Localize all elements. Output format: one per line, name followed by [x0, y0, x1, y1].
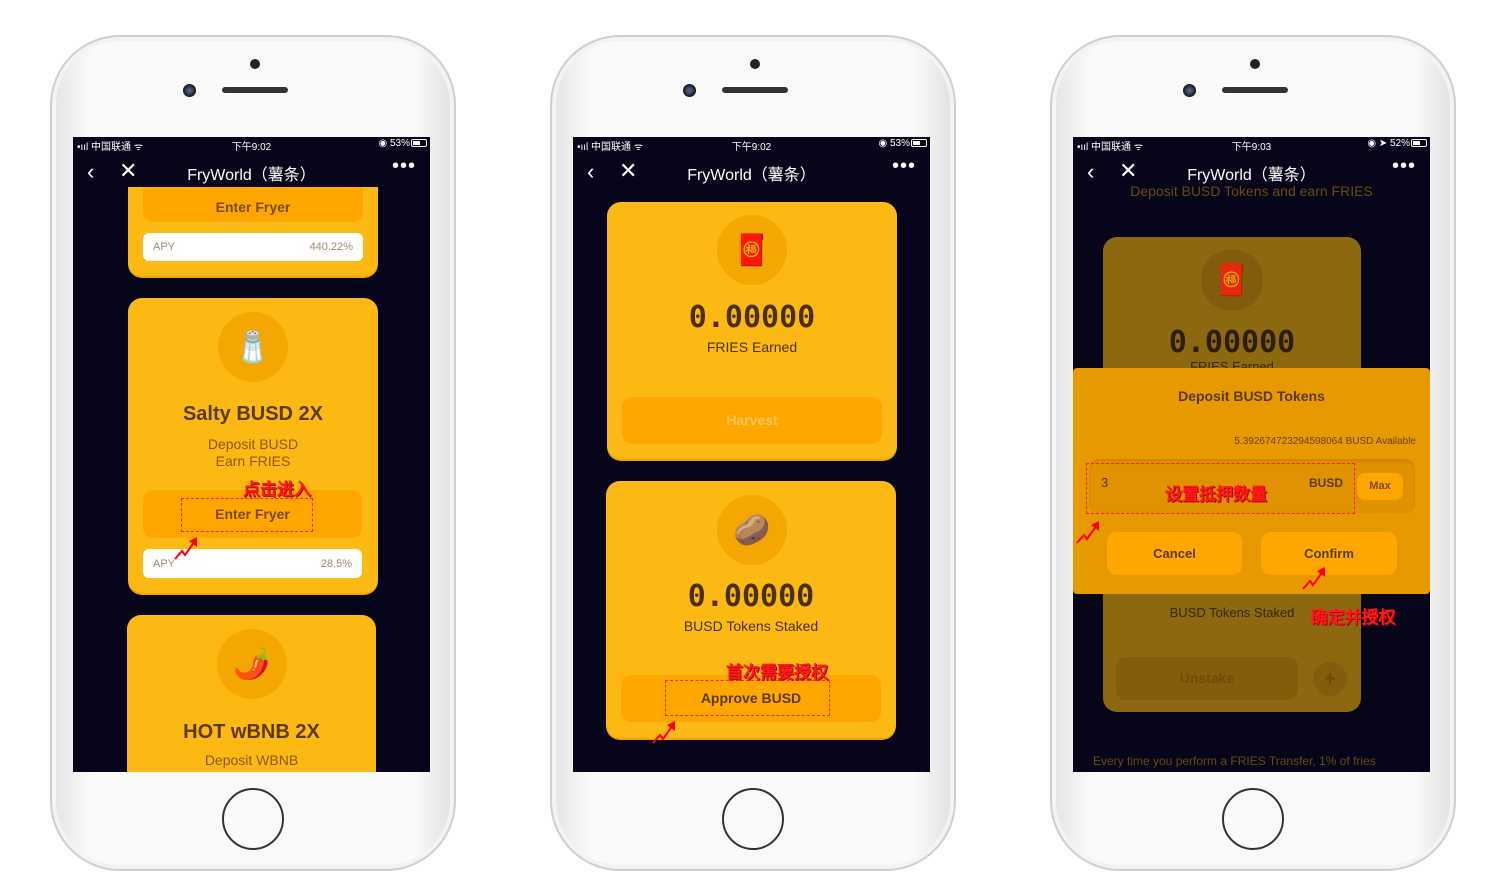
red-envelope-icon: 🧧 [717, 215, 787, 285]
annotation-confirm: 确定并授权 [1310, 608, 1396, 627]
deposit-modal: Deposit BUSD Tokens 5.392674723294598064… [1073, 368, 1430, 594]
plus-button[interactable]: + [1313, 662, 1347, 696]
cancel-button[interactable]: Cancel [1107, 532, 1242, 575]
highlight-box [665, 680, 830, 716]
busd-staked-value: 0.00000 [687, 579, 815, 614]
status-bar: •ııl 中国联通 ᯤ 下午9:03 ◉ ➤ 52% [1073, 137, 1430, 153]
confirm-button[interactable]: Confirm [1261, 532, 1397, 575]
annotation-input: 设置抵押数量 [1165, 485, 1267, 504]
battery-icon [1411, 139, 1427, 147]
status-bar: •ııl 中国联通 ᯤ 下午9:02 ◉ 53% [73, 137, 430, 153]
sensor [1250, 59, 1260, 69]
earned-card: 🧧 0.00000 FRIES Earned Harvest [607, 202, 897, 459]
annotation-enter: 点击进入 [243, 480, 311, 499]
highlight-box [181, 498, 313, 532]
unstake-button[interactable]: Unstake [1116, 657, 1298, 700]
modal-title: Deposit BUSD Tokens [1178, 388, 1325, 404]
phone-1: •ııl 中国联通 ᯤ 下午9:02 ◉ 53% ‹ ✕ FryWorld（薯条） •••… [50, 35, 456, 871]
phone-3: •ııl 中国联通 ᯤ 下午9:03 ◉ ➤ 52% Deposit BUSD To… [1050, 35, 1456, 871]
annotation-approve: 首次需要授权 [726, 663, 828, 682]
phone-2: •ııl 中国联通 ᯤ 下午9:02 ◉ 53% ‹ ✕ FryWorld（薯条） •••… [550, 35, 956, 871]
subtitle: Deposit BUSD Tokens and earn FRIES [1130, 183, 1373, 199]
chili-pepper-icon: 🌶️ [217, 629, 287, 699]
battery-icon [411, 139, 427, 147]
nav-bar: ‹ ✕ FryWorld（薯条） ••• [1073, 155, 1430, 185]
red-envelope-icon: 🧧 [1201, 249, 1263, 311]
front-camera [1183, 84, 1196, 97]
screen: •ııl 中国联通 ᯤ 下午9:03 ◉ ➤ 52% Deposit BUSD To… [1073, 137, 1430, 772]
more-icon[interactable]: ••• [1392, 155, 1416, 178]
red-arrow-icon [174, 537, 197, 560]
red-arrow-icon [1076, 521, 1099, 544]
battery-icon [911, 139, 927, 147]
enter-fryer-button[interactable]: Enter Fryer [143, 182, 363, 222]
red-arrow-icon [1302, 567, 1325, 590]
apy-field: APY 440.22% [143, 233, 363, 261]
nav-bar: ‹ ✕ FryWorld（薯条） ••• [573, 155, 930, 187]
screen: •ııl 中国联通 ᯤ 下午9:02 ◉ 53% ‹ ✕ FryWorld（薯条） •••… [73, 137, 430, 772]
footer-note: Every time you perform a FRIES Transfer,… [1093, 754, 1376, 768]
speaker [722, 87, 788, 93]
home-button[interactable] [1222, 788, 1284, 850]
front-camera [183, 84, 196, 97]
screen: •ııl 中国联通 ᯤ 下午9:02 ◉ 53% ‹ ✕ FryWorld（薯条） •••… [573, 137, 930, 772]
more-icon[interactable]: ••• [392, 155, 416, 178]
pool-title: HOT wBNB 2X [183, 721, 320, 743]
harvest-button[interactable]: Harvest [622, 397, 882, 444]
sensor [250, 59, 260, 69]
speaker [222, 87, 288, 93]
page-title: FryWorld（薯条） [687, 167, 816, 184]
pool-title: Salty BUSD 2X [182, 403, 324, 425]
home-button[interactable] [222, 788, 284, 850]
red-arrow-icon [652, 721, 675, 744]
page-title: FryWorld（薯条） [1187, 167, 1316, 184]
fries-earned-value: 0.00000 [688, 300, 816, 335]
available-balance: 5.392674723294598064 BUSD Available [1234, 436, 1416, 447]
page-title: FryWorld（薯条） [187, 167, 316, 184]
speaker [1222, 87, 1288, 93]
pool-card-hot: 🌶️ HOT wBNB 2X Deposit WBNB [127, 615, 376, 772]
more-icon[interactable]: ••• [892, 155, 916, 178]
pool-card-salty: 🧂 Salty BUSD 2X Deposit BUSD Earn FRIES … [128, 298, 378, 593]
potato-icon: 🥔 [717, 495, 787, 565]
sensor [750, 59, 760, 69]
status-bar: •ııl 中国联通 ᯤ 下午9:02 ◉ 53% [573, 137, 930, 153]
front-camera [683, 84, 696, 97]
max-button[interactable]: Max [1357, 473, 1403, 500]
salt-shaker-icon: 🧂 [218, 312, 288, 382]
nav-bar: ‹ ✕ FryWorld（薯条） ••• [73, 155, 430, 187]
home-button[interactable] [722, 788, 784, 850]
